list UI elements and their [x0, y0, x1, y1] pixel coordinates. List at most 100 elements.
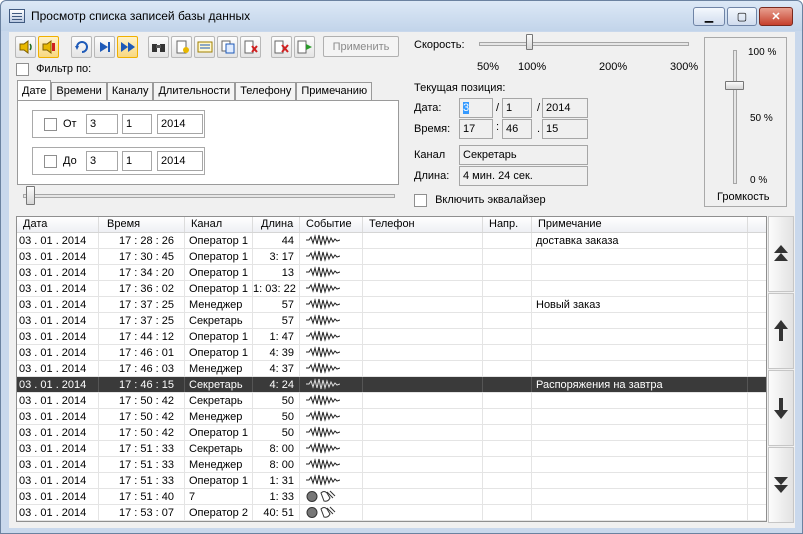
volume-track[interactable] — [733, 50, 737, 184]
tab-date[interactable]: Дате — [17, 80, 52, 100]
speed-track[interactable] — [479, 42, 689, 46]
speed-tick-300: 300% — [670, 61, 699, 73]
cell-spacer — [748, 361, 766, 376]
date-to-month[interactable]: 1 — [122, 151, 152, 171]
skip-end-button[interactable] — [94, 36, 115, 58]
mute-toggle-button[interactable] — [38, 36, 59, 58]
column-header-direction[interactable]: Напр. — [483, 217, 532, 232]
new-record-button[interactable] — [171, 36, 192, 58]
client-area: Применить Фильтр по: Дате Времени Каналу… — [9, 32, 795, 528]
cell-length: 40: 51 — [253, 505, 300, 520]
date-from-day[interactable]: 3 — [86, 114, 118, 134]
tab-channel[interactable]: Каналу — [106, 82, 154, 100]
table-row[interactable]: 03 . 01 . 2014 17 : 46 : 03 Менеджер 4: 37 — [17, 361, 766, 377]
column-header-event[interactable]: Событие — [300, 217, 363, 232]
last-record-button[interactable] — [768, 447, 794, 523]
table-row[interactable]: 03 . 01 . 2014 17 : 51 : 33 Оператор 1 1: 3… — [17, 473, 766, 489]
maximize-button[interactable]: ▢ — [727, 7, 757, 26]
date-to-checkbox[interactable] — [44, 155, 57, 168]
page-up-button[interactable] — [768, 293, 794, 369]
tab-phone[interactable]: Телефону — [235, 82, 297, 100]
table-row[interactable]: 03 . 01 . 2014 17 : 46 : 01 Оператор 1 4: 3… — [17, 345, 766, 361]
column-header-channel[interactable]: Канал — [185, 217, 253, 232]
volume-slider-thumb[interactable] — [725, 81, 744, 90]
position-year[interactable]: 2014 — [542, 98, 588, 118]
position-hour[interactable]: 17 — [459, 119, 493, 139]
playback-slider-thumb[interactable] — [26, 186, 35, 205]
records-table: Дата Время Канал Длина Событие Телефон Н… — [16, 216, 767, 522]
table-row[interactable]: 03 . 01 . 2014 17 : 37 : 25 Менеджер 57 Новы… — [17, 297, 766, 313]
export-button[interactable] — [294, 36, 315, 58]
table-row[interactable]: 03 . 01 . 2014 17 : 50 : 42 Оператор 1 50 — [17, 425, 766, 441]
refresh-button[interactable] — [71, 36, 92, 58]
table-row[interactable]: 03 . 01 . 2014 17 : 28 : 26 Оператор 1 44 до… — [17, 233, 766, 249]
cell-note — [532, 361, 748, 376]
fast-forward-icon — [120, 42, 135, 52]
tab-time[interactable]: Времени — [51, 82, 107, 100]
date-to-day[interactable]: 3 — [86, 151, 118, 171]
apply-button[interactable]: Применить — [323, 36, 399, 57]
position-month[interactable]: 1 — [502, 98, 532, 118]
search-button[interactable] — [148, 36, 169, 58]
delete-record-button[interactable] — [240, 36, 261, 58]
date-from-checkbox[interactable] — [44, 118, 57, 131]
play-left-button[interactable] — [15, 36, 36, 58]
column-header-note[interactable]: Примечание — [532, 217, 748, 232]
table-row[interactable]: 03 . 01 . 2014 17 : 37 : 25 Секретарь 57 — [17, 313, 766, 329]
date-from-year[interactable]: 2014 — [157, 114, 203, 134]
copy-record-button[interactable] — [217, 36, 238, 58]
date-from-month[interactable]: 1 — [122, 114, 152, 134]
equalizer-toggle[interactable]: Включить эквалайзер — [414, 194, 546, 207]
filter-checkbox[interactable] — [16, 63, 29, 76]
column-header-date[interactable]: Дата — [17, 217, 99, 232]
table-row[interactable]: 03 . 01 . 2014 17 : 44 : 12 Оператор 1 1: 4… — [17, 329, 766, 345]
cell-date: 03 . 01 . 2014 — [17, 473, 99, 488]
equalizer-checkbox[interactable] — [414, 194, 427, 207]
delete-doc-icon — [244, 40, 258, 54]
column-header-phone[interactable]: Телефон — [363, 217, 483, 232]
filter-toggle[interactable]: Фильтр по: — [16, 63, 91, 76]
tab-duration[interactable]: Длительности — [153, 82, 236, 100]
table-row[interactable]: 03 . 01 . 2014 17 : 53 : 07 Оператор 2 40: … — [17, 505, 766, 521]
cell-note — [532, 425, 748, 440]
speed-slider-thumb[interactable] — [526, 34, 533, 50]
position-second[interactable]: 15 — [542, 119, 588, 139]
minimize-button[interactable]: ▁ — [693, 7, 725, 26]
waveform-icon — [306, 314, 341, 326]
table-row[interactable]: 03 . 01 . 2014 17 : 30 : 45 Оператор 1 3: 1… — [17, 249, 766, 265]
equalizer-label: Включить эквалайзер — [435, 194, 546, 207]
waveform-icon — [306, 266, 341, 278]
table-row[interactable]: 03 . 01 . 2014 17 : 50 : 42 Секретарь 50 — [17, 393, 766, 409]
table-row[interactable]: 03 . 01 . 2014 17 : 46 : 15 Секретарь 4: 24… — [17, 377, 766, 393]
tab-note[interactable]: Примечанию — [296, 82, 373, 100]
cell-date: 03 . 01 . 2014 — [17, 409, 99, 424]
cell-direction — [483, 489, 532, 504]
column-header-length[interactable]: Длина — [253, 217, 300, 232]
delete-red-icon — [274, 40, 289, 54]
table-row[interactable]: 03 . 01 . 2014 17 : 51 : 40 7 1: 33 — [17, 489, 766, 505]
delete-all-button[interactable] — [271, 36, 292, 58]
playback-track[interactable] — [23, 194, 395, 198]
page-down-button[interactable] — [768, 370, 794, 446]
cell-length: 50 — [253, 409, 300, 424]
list-button[interactable] — [194, 36, 215, 58]
position-day[interactable]: 3 — [459, 98, 493, 118]
speed-label: Скорость: — [414, 39, 465, 51]
first-record-button[interactable] — [768, 216, 794, 292]
cell-date: 03 . 01 . 2014 — [17, 361, 99, 376]
column-header-time[interactable]: Время — [99, 217, 185, 232]
table-row[interactable]: 03 . 01 . 2014 17 : 36 : 02 Оператор 1 1: 0… — [17, 281, 766, 297]
position-time-label: Время: — [414, 123, 451, 135]
cell-note — [532, 265, 748, 280]
cell-direction — [483, 473, 532, 488]
cell-time: 17 : 36 : 02 — [99, 281, 185, 296]
date-from-group: От 3 1 2014 — [32, 110, 205, 138]
table-row[interactable]: 03 . 01 . 2014 17 : 51 : 33 Менеджер 8: 00 — [17, 457, 766, 473]
table-row[interactable]: 03 . 01 . 2014 17 : 50 : 42 Менеджер 50 — [17, 409, 766, 425]
date-to-year[interactable]: 2014 — [157, 151, 203, 171]
position-minute[interactable]: 46 — [502, 119, 532, 139]
close-button[interactable]: ✕ — [759, 7, 793, 26]
table-row[interactable]: 03 . 01 . 2014 17 : 34 : 20 Оператор 1 13 — [17, 265, 766, 281]
fast-forward-button[interactable] — [117, 36, 138, 58]
table-row[interactable]: 03 . 01 . 2014 17 : 51 : 33 Секретарь 8: 00 — [17, 441, 766, 457]
